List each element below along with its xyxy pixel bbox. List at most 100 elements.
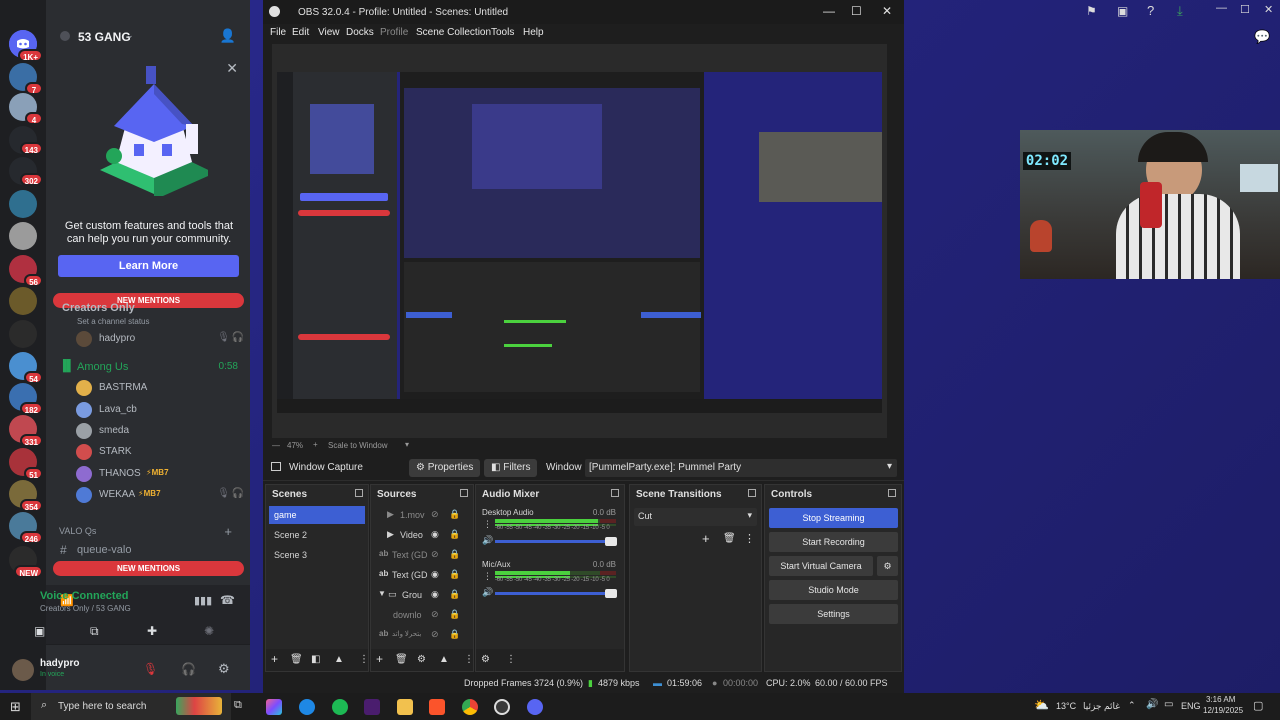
menu-scene-collection[interactable]: Scene Collection	[416, 27, 491, 38]
more-icon[interactable]: ⋮	[506, 654, 516, 665]
maximize-icon[interactable]: ☐	[1240, 3, 1250, 16]
edge-icon[interactable]	[299, 699, 315, 715]
guild-icon[interactable]: 331	[9, 415, 43, 447]
scene-item[interactable]: Scene 2	[269, 526, 365, 544]
window-select[interactable]: [PummelParty.exe]: Pummel Party ▾	[585, 459, 897, 477]
windows-start-icon[interactable]: ⊞	[10, 699, 21, 715]
gear-icon[interactable]: ⚙	[417, 654, 426, 665]
chevron-down-icon[interactable]: ▾	[405, 440, 409, 449]
lock-icon[interactable]: 🔒	[449, 509, 460, 520]
more-icon[interactable]: ⋮	[359, 654, 369, 665]
visibility-hidden-icon[interactable]: ⊘	[431, 549, 439, 560]
filters-button[interactable]: ◧ Filters	[484, 459, 538, 477]
guild-icon[interactable]: 7	[9, 63, 43, 95]
close-icon[interactable]: ✕	[226, 60, 238, 77]
source-row[interactable]: ▼ ▭ Grou ◉ 🔒	[373, 586, 461, 604]
voice-channel-among-us[interactable]: ▐▌ Among Us 0:58	[54, 359, 244, 377]
voice-location-label[interactable]: Creators Only / 53 GANG	[40, 604, 131, 613]
scene-filters-icon[interactable]: ◧	[311, 654, 320, 665]
disconnect-icon[interactable]: ☎	[220, 593, 235, 607]
headphones-muted-icon[interactable]: 🎧	[181, 662, 196, 676]
server-header[interactable]: 53 GANG ⌄ 👤	[46, 22, 250, 54]
visibility-hidden-icon[interactable]: ⊘	[431, 629, 439, 640]
spotify-icon[interactable]	[332, 699, 348, 715]
guild-icon[interactable]: 354	[9, 480, 43, 512]
help-icon[interactable]: ?	[1147, 3, 1154, 18]
notification-icon[interactable]: ▢	[1253, 699, 1263, 712]
more-icon[interactable]: ⋮	[483, 571, 492, 582]
taskbar-search[interactable]: ⌕ Type here to search	[31, 693, 231, 720]
studio-mode-button[interactable]: Studio Mode	[769, 580, 898, 600]
undock-icon[interactable]	[748, 489, 756, 497]
download-icon[interactable]: ⤓	[1177, 3, 1183, 19]
scene-item[interactable]: Scene 3	[269, 546, 365, 564]
new-mentions-bar[interactable]: NEW MENTIONS	[53, 561, 244, 576]
inbox-icon[interactable]: ⚑	[1086, 4, 1097, 18]
category-valo-qs[interactable]: VALO Qs +	[54, 524, 244, 542]
screen-share-icon[interactable]: ⧉	[90, 624, 99, 639]
source-row[interactable]: ▶ 1.mov ⊘ 🔒	[373, 506, 461, 524]
source-row[interactable]: downlo ⊘ 🔒	[373, 606, 461, 624]
weather-temp[interactable]: 13°C	[1056, 701, 1076, 711]
lock-icon[interactable]: 🔒	[449, 549, 460, 560]
minimize-icon[interactable]: —	[1216, 2, 1227, 14]
network-icon[interactable]: ▭	[1164, 699, 1173, 710]
add-member-icon[interactable]: 👤	[220, 28, 236, 44]
guild-icon[interactable]: 143	[9, 126, 43, 155]
soundboard-icon[interactable]: ✺	[204, 624, 214, 638]
obs-taskbar-icon[interactable]	[494, 699, 510, 715]
guild-icon[interactable]: 51	[9, 448, 43, 480]
learn-more-button[interactable]: Learn More	[58, 255, 239, 277]
tray-expand-icon[interactable]: ⌃	[1128, 700, 1136, 711]
scene-item[interactable]: game	[269, 506, 365, 524]
scale-mode[interactable]: Scale to Window	[328, 441, 388, 450]
voice-connected-label[interactable]: Voice Connected	[40, 590, 128, 602]
add-source-icon[interactable]: +	[376, 652, 383, 666]
start-recording-button[interactable]: Start Recording	[769, 532, 898, 552]
close-icon[interactable]: ✕	[882, 4, 892, 18]
close-icon[interactable]: ✕	[1264, 3, 1273, 16]
virtual-camera-settings-button[interactable]: ⚙	[877, 556, 898, 576]
volume-fader[interactable]	[495, 589, 617, 598]
guild-icon[interactable]	[9, 320, 37, 348]
menu-profile[interactable]: Profile	[380, 27, 408, 38]
volume-fader[interactable]	[495, 537, 617, 546]
lock-icon[interactable]: 🔒	[449, 589, 460, 600]
more-icon[interactable]: ⋮	[483, 519, 492, 530]
language-indicator[interactable]: ENG	[1181, 701, 1201, 711]
mic-muted-icon[interactable]: 🎙	[143, 662, 158, 676]
add-channel-icon[interactable]: +	[224, 524, 232, 539]
menu-edit[interactable]: Edit	[292, 27, 309, 38]
stop-streaming-button[interactable]: Stop Streaming	[769, 508, 898, 528]
add-scene-icon[interactable]: +	[271, 652, 278, 666]
source-row[interactable]: ▶ Video ◉ 🔒	[373, 526, 461, 544]
speaker-icon[interactable]: 🔊	[482, 535, 493, 546]
more-icon[interactable]: ⋮	[464, 654, 474, 665]
chevron-down-icon[interactable]: ▼	[378, 589, 386, 598]
eye-icon[interactable]: ◉	[431, 529, 439, 540]
lock-icon[interactable]: 🔒	[449, 529, 460, 540]
guild-icon[interactable]: 182	[9, 383, 43, 415]
fader-knob[interactable]	[605, 589, 617, 598]
zoom-in-icon[interactable]: +	[313, 440, 318, 449]
trash-icon[interactable]: 🗑	[723, 533, 736, 544]
guild-icon[interactable]: 54	[9, 352, 43, 384]
trash-icon[interactable]: 🗑	[290, 654, 303, 665]
volume-icon[interactable]: 🔊	[1146, 699, 1158, 710]
eye-icon[interactable]: ◉	[431, 569, 439, 580]
user-avatar[interactable]	[12, 659, 34, 681]
copilot-icon[interactable]	[266, 699, 282, 715]
move-up-icon[interactable]: ▲	[334, 654, 344, 665]
premiere-icon[interactable]	[364, 699, 380, 715]
noise-suppression-icon[interactable]: ▮▮▮	[194, 594, 212, 607]
guild-icon[interactable]: NEW	[9, 546, 43, 578]
camera-icon[interactable]: ▣	[34, 624, 45, 638]
chrome-icon[interactable]	[462, 699, 478, 715]
add-transition-icon[interactable]: +	[702, 531, 710, 546]
advanced-audio-icon[interactable]: ⚙	[481, 654, 490, 665]
voice-user[interactable]: STARK	[76, 443, 246, 461]
weather-description[interactable]: غائم جزئيا	[1083, 701, 1120, 712]
menu-view[interactable]: View	[318, 27, 340, 38]
lock-icon[interactable]: 🔒	[449, 569, 460, 580]
voice-user[interactable]: Lava_cb	[76, 401, 246, 419]
